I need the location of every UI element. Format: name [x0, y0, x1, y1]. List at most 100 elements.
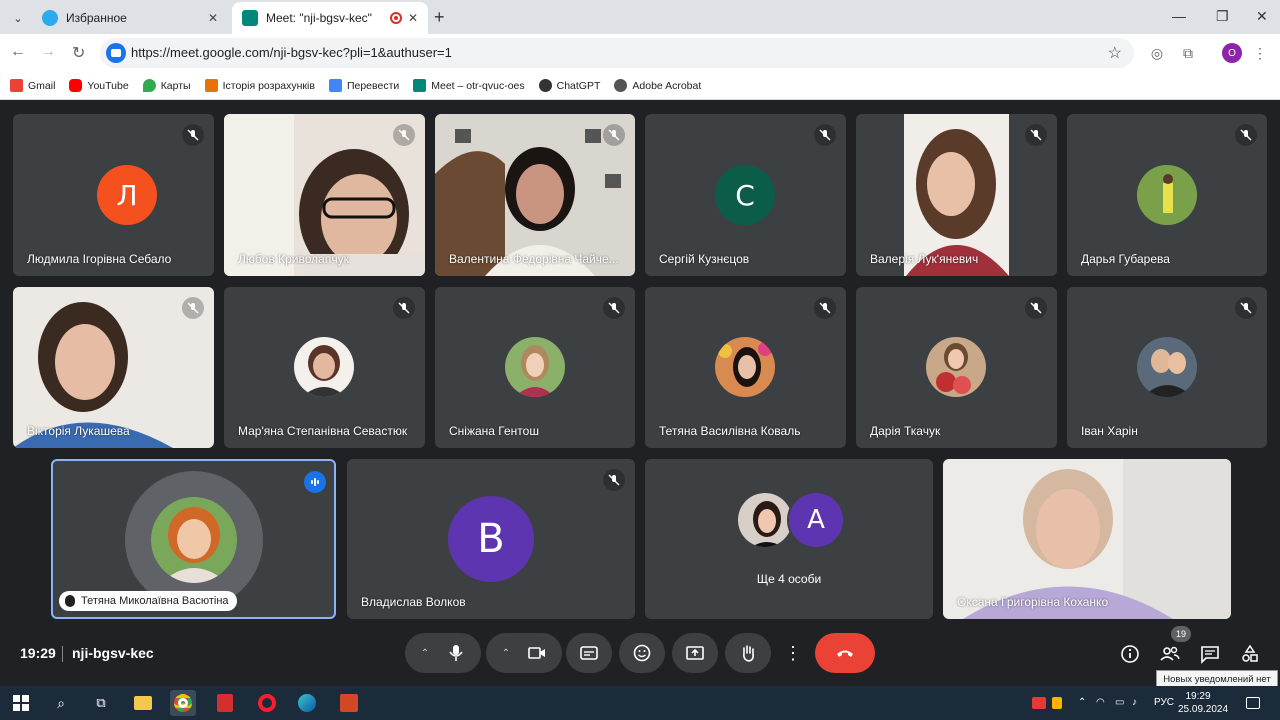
participant-tile[interactable]: С Сергій Кузнєцов — [645, 114, 846, 276]
tray-app-icon[interactable] — [1052, 697, 1062, 709]
mic-off-icon — [393, 297, 415, 319]
avatar — [151, 497, 237, 583]
bookmark-translate[interactable]: Перевести — [328, 79, 399, 92]
file-explorer-icon[interactable] — [130, 690, 156, 716]
reactions-button[interactable] — [619, 633, 665, 673]
network-icon[interactable]: ◠ — [1096, 697, 1105, 708]
leave-call-button[interactable] — [815, 633, 875, 673]
camera-control[interactable]: ⌃ — [486, 633, 562, 673]
participant-name: Оксана Григорівна Коханко — [957, 595, 1109, 609]
tab-strip: ⌄ Избранное ✕ Meet: "nji-bgsv-kec" ✕ + —… — [0, 0, 1280, 34]
bookmark-maps[interactable]: Карты — [142, 79, 191, 92]
close-icon[interactable]: ✕ — [208, 11, 218, 25]
participant-tile[interactable]: Тетяна Василівна Коваль — [645, 287, 846, 448]
tab-search-button[interactable]: ⌄ — [8, 8, 28, 28]
self-name-chip: Тетяна Миколаївна Васютіна — [59, 591, 237, 611]
people-button[interactable] — [1158, 642, 1182, 666]
participant-tile[interactable]: Дарія Ткачук — [856, 287, 1057, 448]
mic-off-icon — [814, 297, 836, 319]
bookmark-youtube[interactable]: YouTube — [69, 79, 129, 92]
chat-button[interactable] — [1198, 642, 1222, 666]
close-window-button[interactable]: ✕ — [1256, 8, 1268, 25]
participant-name: Дарія Ткачук — [870, 424, 941, 438]
battery-icon[interactable]: ▭ — [1115, 697, 1124, 708]
participant-name: Людмила Ігорівна Себало — [27, 252, 172, 266]
reload-button[interactable]: ↻ — [72, 43, 85, 63]
tab-favorites[interactable]: Избранное ✕ — [32, 2, 228, 34]
more-participants-label: Ще 4 особи — [756, 572, 822, 586]
tab-meet[interactable]: Meet: "nji-bgsv-kec" ✕ — [232, 2, 428, 34]
participant-name: Дарья Губарева — [1081, 252, 1170, 266]
speaking-indicator-icon — [304, 471, 326, 493]
hand-icon — [743, 645, 754, 662]
activities-button[interactable] — [1238, 642, 1262, 666]
meeting-time: 19:29 — [20, 645, 56, 661]
minimize-button[interactable]: — — [1172, 8, 1186, 24]
camera-icon[interactable] — [528, 644, 546, 662]
participant-tile[interactable]: Валентина Федорівна Чайче... — [435, 114, 635, 276]
acrobat-icon[interactable] — [212, 690, 238, 716]
participant-tile[interactable]: Дарья Губарева — [1067, 114, 1267, 276]
participant-tile[interactable]: Вікторія Лукашева — [13, 287, 214, 448]
powerpoint-icon[interactable] — [336, 690, 362, 716]
divider — [62, 646, 63, 662]
participant-tile[interactable]: Іван Харін — [1067, 287, 1267, 448]
bookmark-history[interactable]: Історія розрахунків — [204, 79, 315, 92]
participant-tile[interactable]: Валерія Лук'яневич — [856, 114, 1057, 276]
participant-tile[interactable]: Мар'яна Степанівна Севастюк — [224, 287, 425, 448]
participant-tile[interactable]: Любов Криволапчук — [224, 114, 425, 276]
raise-hand-button[interactable] — [725, 633, 771, 673]
participant-tile[interactable]: Оксана Григорівна Коханко — [943, 459, 1231, 619]
meeting-info-button[interactable] — [1118, 642, 1142, 666]
avatar — [736, 491, 794, 549]
participant-tile[interactable]: Л Людмила Ігорівна Себало — [13, 114, 214, 276]
participant-tile[interactable]: Сніжана Гентош — [435, 287, 635, 448]
bookmark-meet[interactable]: Meet – otr-qvuc-oes — [413, 79, 525, 92]
site-info-icon[interactable] — [106, 43, 126, 63]
input-language[interactable]: РУС — [1154, 697, 1174, 708]
participant-name: Валерія Лук'яневич — [870, 252, 979, 266]
present-screen-icon — [686, 646, 704, 660]
back-button[interactable]: ← — [10, 43, 26, 61]
captions-button[interactable] — [566, 633, 612, 673]
chevron-up-icon[interactable]: ⌃ — [421, 648, 429, 659]
maximize-button[interactable]: ❐ — [1216, 8, 1229, 25]
volume-icon[interactable]: ♪ — [1132, 697, 1137, 708]
edge-icon[interactable] — [294, 690, 320, 716]
notifications-icon[interactable] — [1246, 697, 1260, 709]
profile-avatar[interactable]: O — [1222, 43, 1242, 63]
participant-tile-speaking[interactable]: Тетяна Миколаївна Васютіна — [51, 459, 336, 619]
mic-off-icon — [182, 124, 204, 146]
present-screen-button[interactable] — [672, 633, 718, 673]
participant-name: Любов Криволапчук — [238, 252, 349, 266]
close-icon[interactable]: ✕ — [408, 11, 418, 25]
forward-button[interactable]: → — [40, 43, 56, 61]
more-options-button[interactable]: ⋮ — [778, 633, 808, 673]
participant-tile[interactable]: В Владислав Волков — [347, 459, 635, 619]
microphone-icon[interactable] — [447, 644, 465, 662]
search-icon[interactable]: ⌕ — [48, 690, 74, 716]
bookmark-chatgpt[interactable]: ChatGPT — [538, 79, 600, 92]
menu-icon[interactable]: ⋮ — [1250, 43, 1270, 63]
antivirus-icon[interactable] — [1032, 697, 1046, 709]
task-view-icon[interactable]: ⧉ — [88, 690, 114, 716]
more-participants-tile[interactable]: A Ще 4 особи — [645, 459, 933, 619]
address-bar[interactable]: https://meet.google.com/nji-bgsv-kec?pli… — [100, 38, 1134, 68]
bookmark-gmail[interactable]: Gmail — [10, 79, 55, 92]
bookmark-star-icon[interactable]: ☆ — [1108, 43, 1122, 63]
extension-icon[interactable]: ◎ — [1147, 43, 1167, 63]
microphone-control[interactable]: ⌃ — [405, 633, 481, 673]
bookmark-acrobat[interactable]: Adobe Acrobat — [614, 79, 701, 92]
avatar — [505, 337, 565, 397]
opera-icon[interactable] — [254, 690, 280, 716]
avatar — [294, 337, 354, 397]
system-clock[interactable]: 19:29 25.09.2024 — [1178, 690, 1228, 716]
chrome-icon[interactable] — [170, 690, 196, 716]
new-tab-button[interactable]: + — [434, 8, 445, 26]
chevron-up-icon[interactable]: ⌃ — [502, 648, 510, 659]
windows-start-icon[interactable] — [8, 690, 34, 716]
chat-icon — [1201, 646, 1219, 664]
chevron-up-icon[interactable]: ⌃ — [1078, 697, 1086, 708]
mic-off-icon — [814, 124, 836, 146]
extensions-puzzle-icon[interactable]: ⧉ — [1178, 43, 1198, 63]
